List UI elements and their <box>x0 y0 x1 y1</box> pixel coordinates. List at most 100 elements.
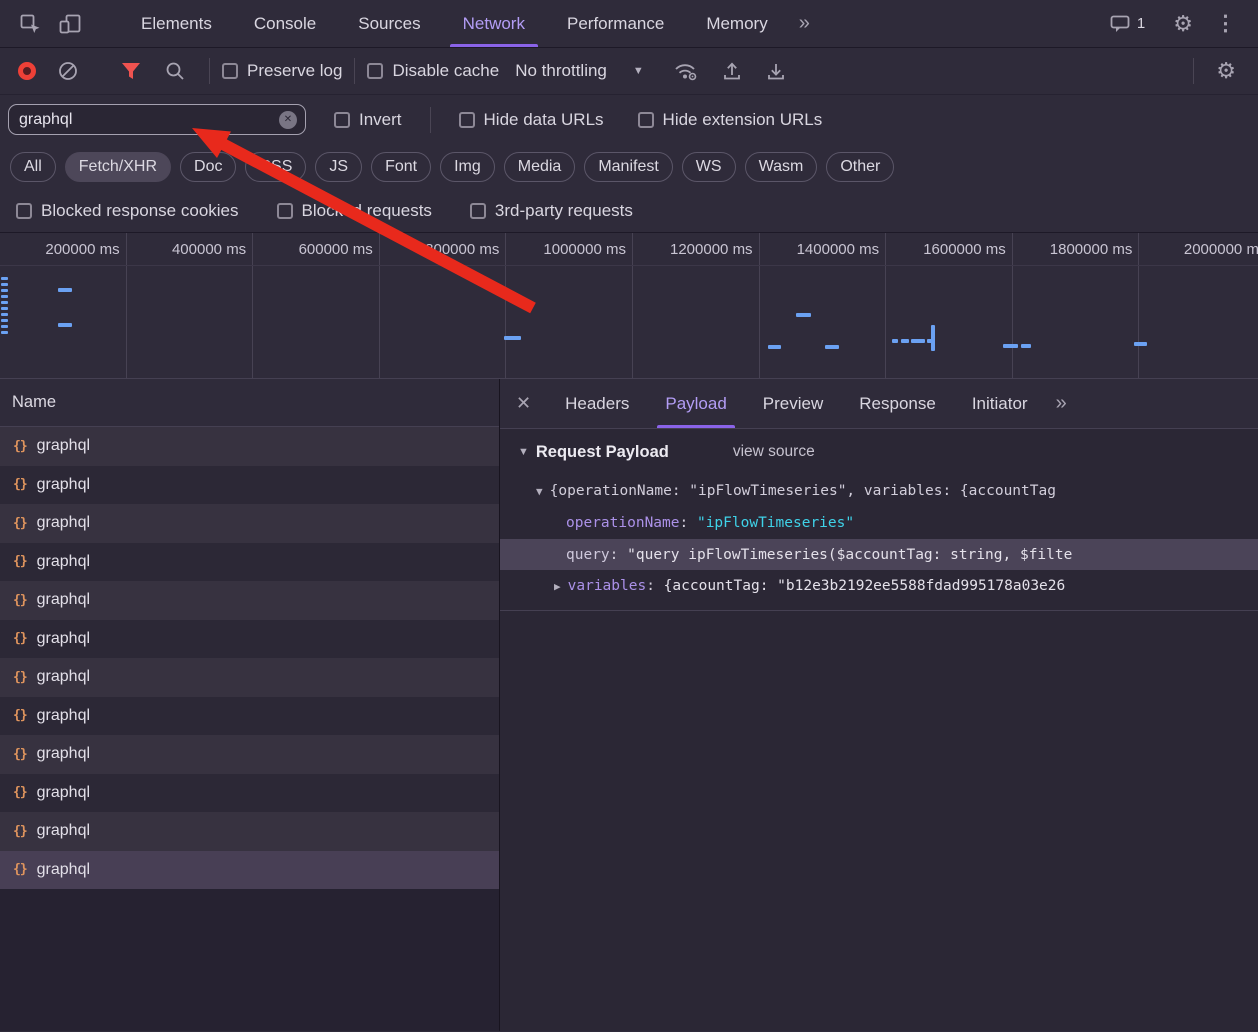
request-timing-bar[interactable] <box>58 288 72 292</box>
request-timing-bar[interactable] <box>1 325 8 328</box>
settings-gear-icon[interactable]: ⚙ <box>1173 13 1193 35</box>
request-timing-bar[interactable] <box>504 336 521 340</box>
hide-data-urls-checkbox[interactable]: Hide data URLs <box>459 110 604 130</box>
request-row[interactable]: {} graphql <box>0 427 499 466</box>
request-timing-bar[interactable] <box>825 345 839 349</box>
inspect-element-icon[interactable] <box>18 12 42 36</box>
request-timing-bar[interactable] <box>1 283 8 286</box>
more-detail-tabs-icon[interactable]: » <box>1046 392 1077 415</box>
request-timing-bar[interactable] <box>1 289 8 292</box>
request-row[interactable]: {} graphql <box>0 697 499 736</box>
checkbox[interactable] <box>459 112 475 128</box>
network-overview-waterfall[interactable]: 200000 ms 400000 ms 600000 ms 800000 ms … <box>0 233 1258 379</box>
caret-down-icon[interactable]: ▼ <box>518 446 529 458</box>
network-settings-gear-icon[interactable]: ⚙ <box>1216 60 1236 82</box>
network-filter-input[interactable] <box>19 111 279 129</box>
detail-tab[interactable]: Preview <box>745 379 841 428</box>
request-timing-bar[interactable] <box>58 323 72 327</box>
resource-type-chip[interactable]: Manifest <box>584 152 672 182</box>
resource-type-chip[interactable]: Other <box>826 152 894 182</box>
checkbox[interactable] <box>367 63 383 79</box>
third-party-requests-checkbox[interactable]: 3rd-party requests <box>470 201 633 221</box>
invert-checkbox[interactable]: Invert <box>334 110 402 130</box>
preserve-log-checkbox[interactable]: Preserve log <box>222 61 342 81</box>
resource-type-chip[interactable]: Img <box>440 152 495 182</box>
resource-type-chip[interactable]: CSS <box>245 152 306 182</box>
close-detail-icon[interactable]: ✕ <box>516 393 531 414</box>
main-tab[interactable]: Sources <box>337 0 441 47</box>
request-timing-bar[interactable] <box>796 313 811 317</box>
request-timing-bar[interactable] <box>1 331 8 334</box>
checkbox[interactable] <box>470 203 486 219</box>
resource-type-chip[interactable]: Wasm <box>745 152 818 182</box>
more-tabs-icon[interactable]: » <box>789 12 820 35</box>
request-row[interactable]: {} graphql <box>0 466 499 505</box>
request-row[interactable]: {} graphql <box>0 543 499 582</box>
record-button[interactable] <box>18 62 36 80</box>
detail-tab[interactable]: Initiator <box>954 379 1046 428</box>
resource-type-chip[interactable]: JS <box>315 152 362 182</box>
payload-query-row-selected[interactable]: query: "query ipFlowTimeseries($accountT… <box>500 539 1258 570</box>
hide-extension-urls-checkbox[interactable]: Hide extension URLs <box>638 110 823 130</box>
clear-filter-icon[interactable]: ✕ <box>279 111 297 129</box>
resource-type-chip[interactable]: Doc <box>180 152 236 182</box>
request-timing-bar[interactable] <box>901 339 909 343</box>
main-tab[interactable]: Memory <box>685 0 788 47</box>
request-timing-bar[interactable] <box>1 295 8 298</box>
request-timing-bar[interactable] <box>892 339 898 343</box>
resource-type-chip[interactable]: Fetch/XHR <box>65 152 171 182</box>
request-timing-bar[interactable] <box>1021 344 1031 348</box>
payload-preview-row[interactable]: ▼ {operationName: "ipFlowTimeseries", va… <box>500 475 1258 507</box>
request-timing-bar[interactable] <box>1 301 8 304</box>
main-tab[interactable]: Performance <box>546 0 685 47</box>
import-har-icon[interactable] <box>721 60 743 82</box>
detail-tab[interactable]: Response <box>841 379 954 428</box>
kebab-menu-icon[interactable]: ⋮ <box>1215 11 1236 36</box>
checkbox[interactable] <box>277 203 293 219</box>
caret-down-icon[interactable]: ▼ <box>536 485 543 498</box>
caret-right-icon[interactable]: ▶ <box>554 580 561 593</box>
payload-variables-row[interactable]: ▶ variables: {accountTag: "b12e3b2192ee5… <box>500 570 1258 602</box>
request-timing-bar[interactable] <box>1 319 8 322</box>
blocked-response-cookies-checkbox[interactable]: Blocked response cookies <box>16 201 239 221</box>
request-timing-bar[interactable] <box>1 313 8 316</box>
detail-tab[interactable]: Payload <box>647 379 744 428</box>
throttling-dropdown[interactable]: No throttling ▼ <box>515 61 644 81</box>
blocked-requests-checkbox[interactable]: Blocked requests <box>277 201 432 221</box>
search-icon[interactable] <box>164 60 186 82</box>
checkbox[interactable] <box>638 112 654 128</box>
network-conditions-icon[interactable] <box>673 60 699 82</box>
main-tab[interactable]: Console <box>233 0 337 47</box>
checkbox[interactable] <box>16 203 32 219</box>
disable-cache-checkbox[interactable]: Disable cache <box>367 61 499 81</box>
request-timing-bar[interactable] <box>1 307 8 310</box>
export-har-icon[interactable] <box>765 60 787 82</box>
main-tab[interactable]: Elements <box>120 0 233 47</box>
request-row[interactable]: {} graphql <box>0 504 499 543</box>
filter-input-box[interactable]: ✕ <box>8 104 306 135</box>
payload-operation-row[interactable]: operationName: "ipFlowTimeseries" <box>500 507 1258 539</box>
request-row[interactable]: {} graphql <box>0 581 499 620</box>
resource-type-chip[interactable]: WS <box>682 152 736 182</box>
checkbox[interactable] <box>222 63 238 79</box>
device-toolbar-icon[interactable] <box>58 12 84 36</box>
request-timing-bar[interactable] <box>1134 342 1147 346</box>
resource-type-chip[interactable]: All <box>10 152 56 182</box>
detail-tab[interactable]: Headers <box>547 379 647 428</box>
name-column-header[interactable]: Name <box>0 379 499 427</box>
checkbox[interactable] <box>334 112 350 128</box>
request-row[interactable]: {} graphql <box>0 620 499 659</box>
request-timing-bar[interactable] <box>1 277 8 280</box>
resource-type-chip[interactable]: Font <box>371 152 431 182</box>
request-row[interactable]: {} graphql <box>0 735 499 774</box>
request-row[interactable]: {} graphql <box>0 774 499 813</box>
view-source-link[interactable]: view source <box>733 443 815 461</box>
request-row[interactable]: {} graphql <box>0 812 499 851</box>
request-row[interactable]: {} graphql <box>0 658 499 697</box>
request-timing-bar[interactable] <box>911 339 925 343</box>
resource-type-chip[interactable]: Media <box>504 152 576 182</box>
clear-network-log-icon[interactable] <box>57 60 79 82</box>
request-timing-bar[interactable] <box>768 345 781 349</box>
request-row[interactable]: {} graphql <box>0 851 499 890</box>
request-timing-bar[interactable] <box>1003 344 1018 348</box>
